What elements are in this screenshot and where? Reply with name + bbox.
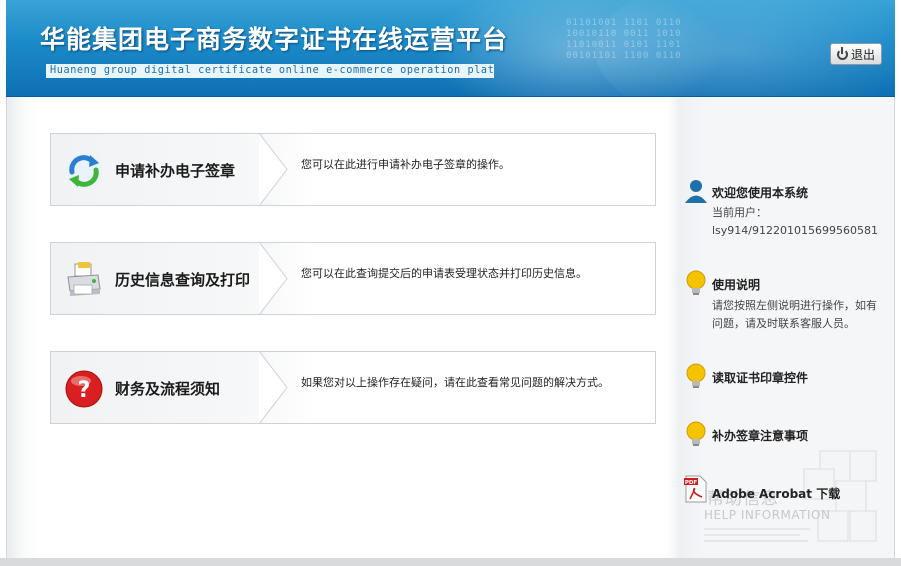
usage-title: 使用说明 [712, 278, 761, 292]
svg-text:PDF: PDF [685, 480, 698, 486]
chevron-divider-icon [259, 351, 288, 424]
menu-card-finance-process[interactable]: ? 财务及流程须知 如果您对以上操作存在疑问，请在此查看常见问题的解决方式。 [50, 351, 656, 424]
menu-desc: 如果您对以上操作存在疑问，请在此查看常见问题的解决方式。 [301, 376, 609, 389]
menu-label: 历史信息查询及打印 [115, 271, 251, 289]
menu-card-apply-seal[interactable]: 申请补办电子签章 您可以在此进行申请补办电子签章的操作。 [50, 133, 656, 206]
svg-text:?: ? [78, 378, 91, 403]
menu-desc: 您可以在此查询提交后的申请表受理状态并打印历史信息。 [301, 267, 587, 280]
notes-title: 补办签章注意事项 [712, 429, 809, 443]
welcome-title: 欢迎您使用本系统 [712, 186, 809, 200]
user-icon [685, 180, 707, 203]
pdf-icon: PDF [684, 475, 707, 503]
menu-label: 申请补办电子签章 [115, 162, 236, 180]
help-question-icon: ? [65, 370, 103, 408]
chevron-divider-icon [259, 242, 288, 315]
refresh-arrows-icon [66, 153, 102, 189]
page-subtitle: Huaneng group digital certificate online… [46, 64, 494, 78]
power-icon [836, 46, 848, 60]
lightbulb-icon [686, 270, 706, 295]
logout-button[interactable]: 退出 [830, 43, 882, 65]
logout-label: 退出 [850, 47, 875, 62]
lightbulb-icon [686, 363, 706, 388]
bottom-scrollbar[interactable] [0, 558, 901, 566]
menu-desc: 您可以在此进行申请补办电子签章的操作。 [301, 158, 510, 171]
read-control-title: 读取证书印章控件 [712, 371, 809, 385]
help-info-en: HELP INFORMATION [704, 508, 831, 522]
banner-binary-pattern: 01101001 1101 0110 10010110 0011 1010 11… [566, 18, 682, 61]
menu-label: 财务及流程须知 [115, 380, 221, 398]
usage-text-line1: 请您按照左侧说明进行操作，如有 [712, 299, 877, 312]
chevron-divider-icon [259, 133, 288, 206]
printer-icon [67, 262, 101, 296]
menu-card-history-print[interactable]: 历史信息查询及打印 您可以在此查询提交后的申请表受理状态并打印历史信息。 [50, 242, 656, 315]
header-banner: 01101001 1101 0110 10010110 0011 1010 11… [6, 0, 895, 98]
current-user-label: 当前用户： [712, 206, 767, 219]
lightbulb-icon [686, 421, 706, 446]
acrobat-title: Adobe Acrobat 下载 [712, 487, 841, 501]
usage-text-line2: 问题，请及时联系客服人员。 [712, 317, 855, 330]
current-user-value: lsy914/912201015699560581 [712, 224, 878, 237]
page-title: 华能集团电子商务数字证书在线运营平台 [40, 25, 509, 54]
